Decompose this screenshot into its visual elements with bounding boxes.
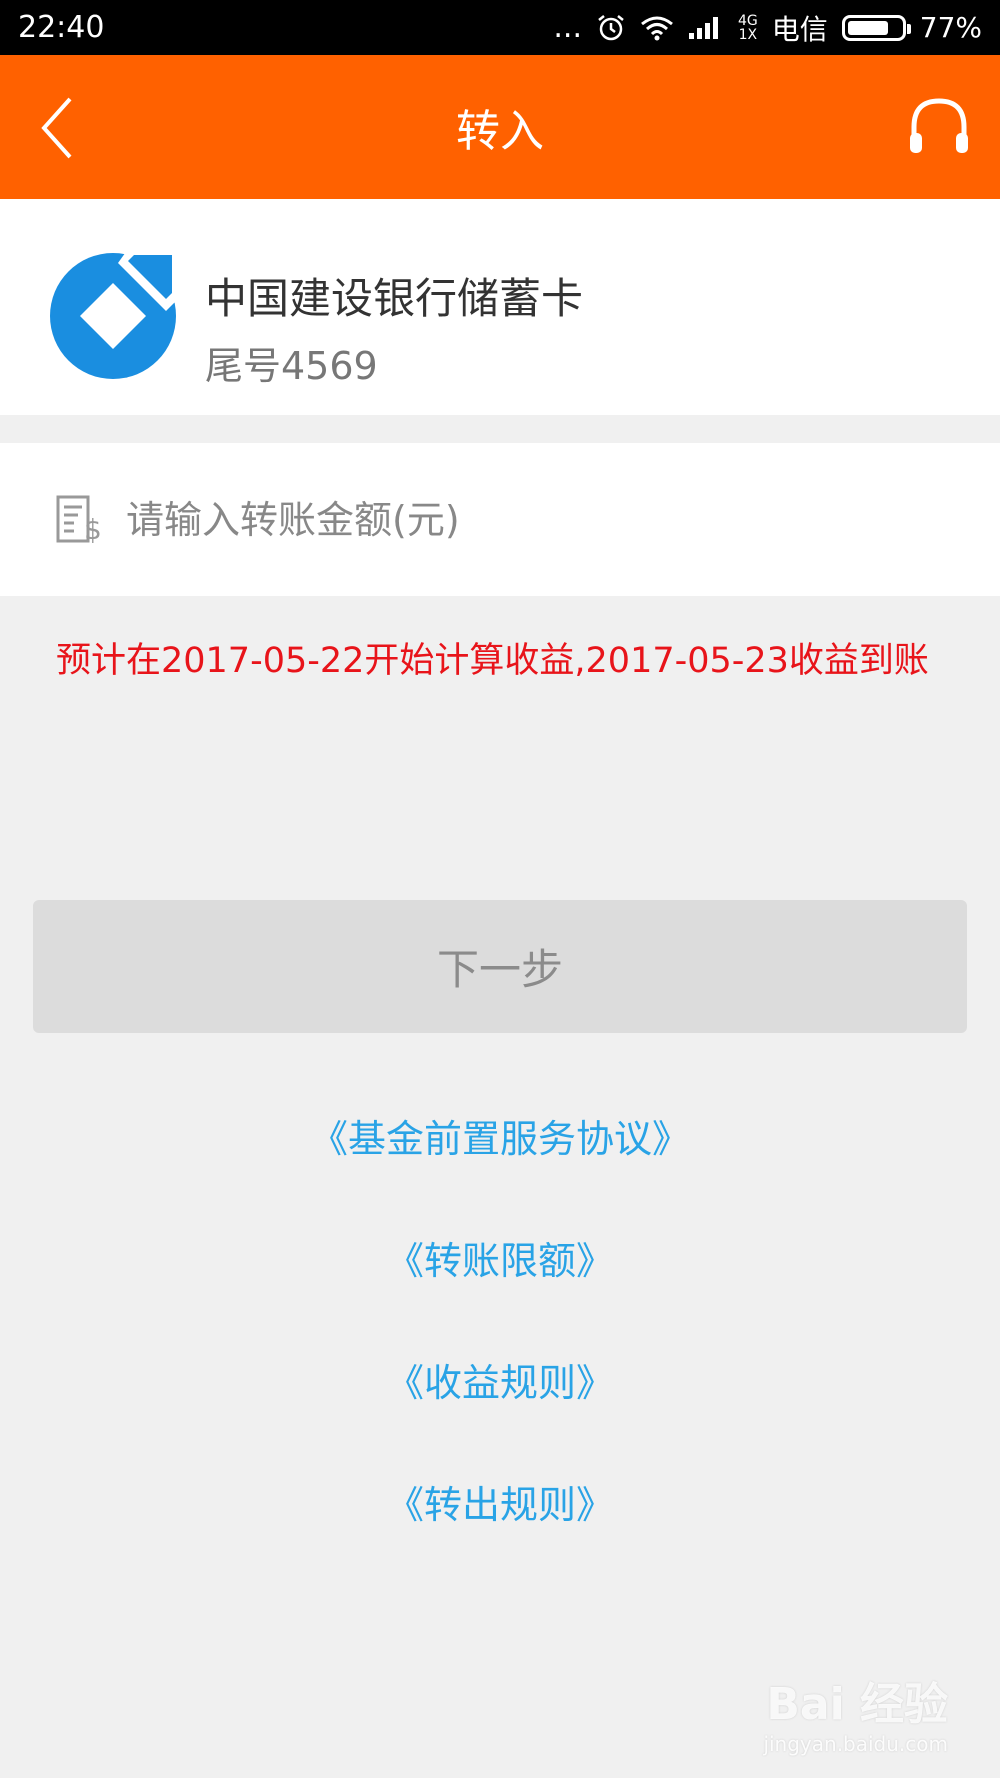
transfer-limit-link[interactable]: 《转账限额》 [0,1230,1000,1285]
page-title: 转入 [456,106,544,157]
transfer-out-rules-link[interactable]: 《转出规则》 [0,1474,1000,1529]
more-icon: ... [553,9,582,45]
alarm-icon [598,14,624,40]
income-notice: 预计在2017-05-22开始计算收益,2017-05-23收益到账 [56,641,929,681]
nav-bar: 转入 [0,55,1000,199]
baidu-watermark: Bai 经验 [766,1679,948,1730]
income-rules-link[interactable]: 《收益规则》 [0,1352,1000,1407]
svg-text:$: $ [84,513,102,545]
network-type-bottom: 1X [738,26,758,43]
status-icons: ... 4G 1X 电信 77% [553,8,982,48]
fund-agreement-link[interactable]: 《基金前置服务协议》 [0,1108,1000,1163]
ccb-logo-icon [50,249,178,379]
card-tail-number: 尾号4569 [205,344,378,388]
bank-name: 中国建设银行储蓄卡 [205,274,584,323]
carrier-name: 电信 [771,12,828,46]
baidu-watermark-url: jingyan.baidu.com [763,1732,948,1756]
signal-icon [688,16,718,39]
bill-dollar-icon: $ [56,495,102,545]
network-type: 4G 1X [738,14,758,42]
next-step-button[interactable]: 下一步 [33,900,967,1033]
status-time: 22:40 [18,10,105,45]
status-bar: 22:40 ... 4G 1X 电信 77% [0,0,1000,55]
battery-percent: 77% [919,11,982,44]
amount-panel: $ [0,443,1000,596]
chevron-left-icon[interactable] [38,93,78,163]
headset-icon[interactable] [906,93,972,161]
battery-icon [841,14,911,41]
battery-fill [847,20,888,35]
amount-input[interactable] [126,483,946,557]
wifi-icon [641,16,673,40]
